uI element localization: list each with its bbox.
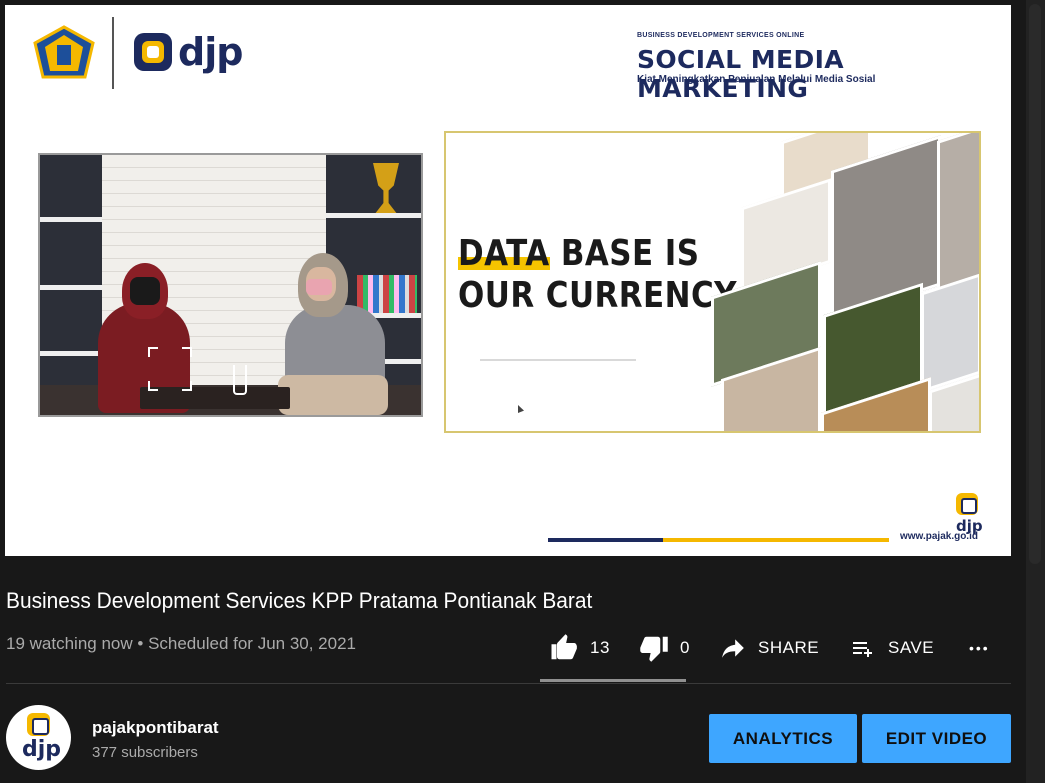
channel-avatar[interactable]: djp	[6, 705, 71, 770]
header-subtitle: Kiat Meningkatkan Penjualan Melalui Medi…	[637, 74, 876, 85]
more-icon: •••	[969, 640, 990, 656]
thumbs-up-icon	[551, 634, 577, 660]
kemenkeu-emblem-icon	[33, 25, 95, 79]
presenter-two-lap	[278, 375, 388, 415]
like-ratio-bar	[540, 679, 686, 682]
footer-bar-gold	[663, 538, 889, 542]
analytics-button[interactable]: ANALYTICS	[709, 714, 857, 763]
mouse-cursor-icon	[518, 405, 524, 413]
meta-bullet: •	[137, 634, 144, 653]
dislike-button[interactable]: 0	[638, 630, 690, 666]
save-button[interactable]: SAVE	[848, 630, 934, 666]
subscriber-count: 377 subscribers	[92, 744, 198, 761]
photo-collage	[711, 133, 979, 431]
slide-title-line-1: DATA BASE IS	[458, 233, 700, 274]
avatar-logo-mark-icon	[27, 713, 50, 736]
footer-bar-navy	[548, 538, 663, 542]
presenter-one-mask	[130, 277, 160, 305]
scheduled-date: Scheduled for Jun 30, 2021	[148, 634, 356, 653]
header-divider	[112, 17, 114, 89]
like-count: 13	[590, 638, 610, 657]
presenter-two-mask	[306, 279, 332, 295]
video-player[interactable]: djp BUSINESS DEVELOPMENT SERVICES ONLINE…	[5, 5, 1011, 556]
djp-logo: djp	[134, 30, 243, 74]
header-kicker: BUSINESS DEVELOPMENT SERVICES ONLINE	[637, 32, 805, 39]
djp-logo-text: djp	[178, 30, 243, 74]
website-url: www.pajak.go.id	[900, 531, 978, 542]
channel-name[interactable]: pajakpontibarat	[92, 718, 219, 738]
thumbs-down-icon	[640, 636, 668, 662]
dislike-count: 0	[680, 638, 690, 657]
playlist-add-icon	[853, 642, 872, 657]
watching-count: 19 watching now	[6, 634, 133, 653]
trophy-icon	[373, 163, 399, 213]
bookshelf-left	[40, 155, 102, 415]
slide-title-line-2: OUR CURRENCY	[458, 275, 737, 316]
share-label: SHARE	[758, 638, 820, 657]
share-button[interactable]: SHARE	[718, 630, 819, 666]
water-glass-icon	[233, 365, 247, 395]
slide-divider	[480, 359, 636, 361]
page-scrollbar-thumb[interactable]	[1029, 4, 1041, 564]
share-arrow-icon	[722, 639, 744, 658]
like-button[interactable]: 13	[548, 630, 610, 666]
video-meta: 19 watching now • Scheduled for Jun 30, …	[6, 634, 356, 654]
corner-logo-mark-icon	[956, 493, 978, 515]
video-title: Business Development Services KPP Pratam…	[6, 588, 593, 613]
edit-video-button[interactable]: EDIT VIDEO	[862, 714, 1011, 763]
slide-title: DATA BASE IS OUR CURRENCY	[458, 233, 737, 317]
avatar-logo-text: djp	[22, 737, 62, 762]
section-divider	[6, 683, 1011, 684]
presentation-slide: DATA BASE IS OUR CURRENCY	[444, 131, 981, 433]
djp-mark-icon	[134, 33, 172, 71]
camera-feed	[38, 153, 423, 417]
more-actions-button[interactable]: •••	[969, 630, 990, 666]
focus-frame-icon	[148, 347, 192, 391]
save-label: SAVE	[888, 638, 935, 657]
